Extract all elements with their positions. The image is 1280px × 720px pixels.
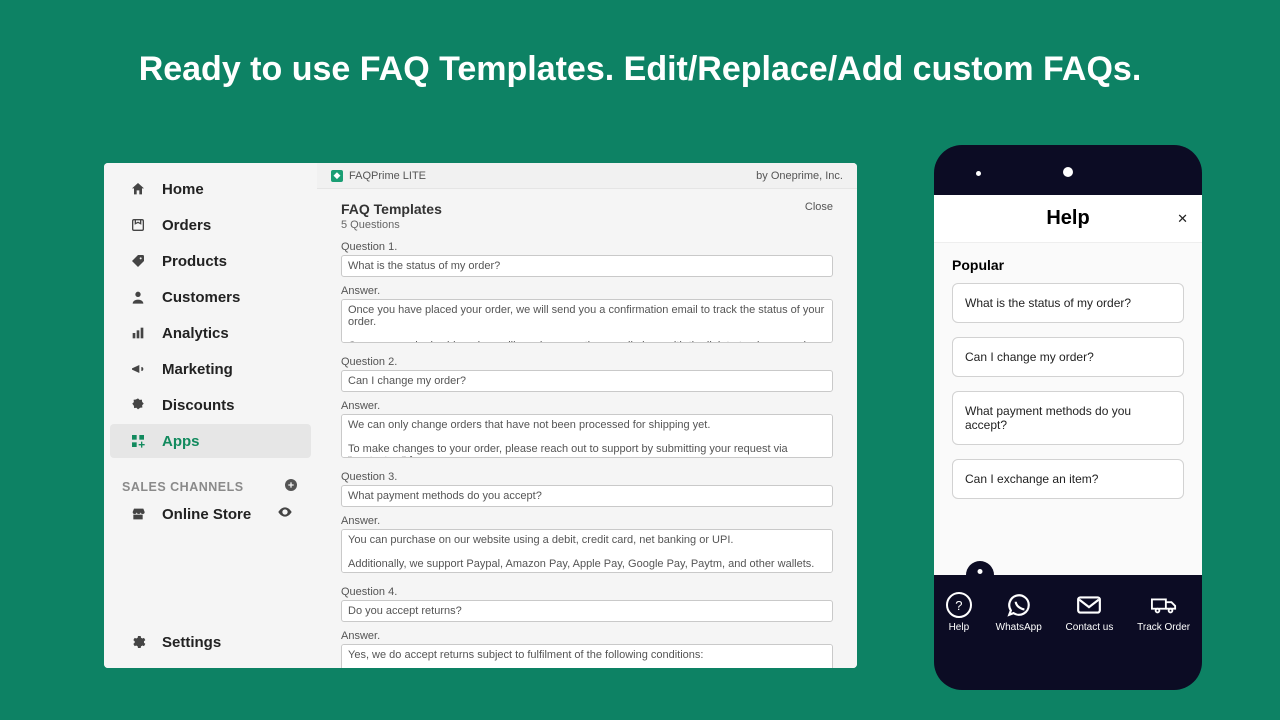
sidebar-item-analytics[interactable]: Analytics [110,316,311,350]
tag-icon [128,251,148,271]
answer-label: Answer. [341,285,833,297]
app-bar: ◆ FAQPrime LITE by Oneprime, Inc. [317,163,857,189]
question-1-input[interactable] [341,255,833,277]
sidebar: Home Orders Products Customers Analytics… [104,163,317,668]
sidebar-item-marketing[interactable]: Marketing [110,352,311,386]
user-icon [128,287,148,307]
home-icon [128,179,148,199]
nav-help[interactable]: ? Help [946,592,972,633]
add-channel-icon[interactable] [283,477,299,496]
nav-track-order[interactable]: Track Order [1137,592,1190,633]
sidebar-item-label: Customers [162,289,240,306]
sidebar-item-discounts[interactable]: Discounts [110,388,311,422]
sidebar-item-online-store[interactable]: Online Store [110,497,311,531]
page-headline: Ready to use FAQ Templates. Edit/Replace… [0,50,1280,89]
apps-icon [128,431,148,451]
help-header: Help ✕ [934,195,1202,243]
bottom-nav: ? Help WhatsApp Contact us Track Order [934,575,1202,650]
sidebar-item-label: Apps [162,433,200,450]
phone-speaker [1063,167,1073,177]
sidebar-item-label: Discounts [162,397,235,414]
nav-whatsapp[interactable]: WhatsApp [996,592,1042,633]
question-4-input[interactable] [341,600,833,622]
card-title: FAQ Templates [341,201,442,217]
sidebar-item-label: Products [162,253,227,270]
close-button[interactable]: Close [805,201,833,213]
sidebar-item-apps[interactable]: Apps [110,424,311,458]
sidebar-item-home[interactable]: Home [110,172,311,206]
mail-icon [1076,592,1102,618]
phone-screen: Help ✕ Popular What is the status of my … [934,195,1202,575]
popular-section: Popular What is the status of my order? … [934,243,1202,517]
sidebar-item-label: Online Store [162,506,263,523]
question-label: Question 4. [341,586,833,598]
answer-3-textarea[interactable]: You can purchase on our website using a … [341,529,833,573]
answer-label: Answer. [341,515,833,527]
main-area: ◆ FAQPrime LITE by Oneprime, Inc. FAQ Te… [317,163,857,668]
app-badge-icon: ◆ [331,170,343,182]
sidebar-item-label: Marketing [162,361,233,378]
megaphone-icon [128,359,148,379]
faq-tile[interactable]: What payment methods do you accept? [952,391,1184,445]
sidebar-item-label: Analytics [162,325,229,342]
whatsapp-icon [1006,592,1032,618]
sidebar-item-label: Orders [162,217,211,234]
answer-label: Answer. [341,400,833,412]
answer-2-textarea[interactable]: We can only change orders that have not … [341,414,833,458]
admin-panel: Home Orders Products Customers Analytics… [104,163,857,668]
question-label: Question 3. [341,471,833,483]
help-icon: ? [946,592,972,618]
question-2-input[interactable] [341,370,833,392]
answer-1-textarea[interactable]: Once you have placed your order, we will… [341,299,833,343]
gear-icon [128,632,148,652]
close-icon[interactable]: ✕ [1177,211,1188,227]
sales-channels-header: SALES CHANNELS [104,477,317,496]
phone-camera [976,171,981,176]
app-name: FAQPrime LITE [349,170,426,182]
answer-4-textarea[interactable]: Yes, we do accept returns subject to ful… [341,644,833,668]
analytics-icon [128,323,148,343]
question-label: Question 2. [341,356,833,368]
sidebar-item-customers[interactable]: Customers [110,280,311,314]
sidebar-item-label: Settings [162,634,221,651]
help-title: Help [1046,207,1089,230]
app-by: by Oneprime, Inc. [756,170,843,182]
nav-contact[interactable]: Contact us [1066,592,1114,633]
faq-tile[interactable]: Can I change my order? [952,337,1184,377]
popular-heading: Popular [952,257,1184,273]
sidebar-item-orders[interactable]: Orders [110,208,311,242]
sidebar-item-settings[interactable]: Settings [110,625,311,659]
question-label: Question 1. [341,241,833,253]
question-3-input[interactable] [341,485,833,507]
sidebar-item-products[interactable]: Products [110,244,311,278]
view-icon[interactable] [277,504,293,524]
truck-icon [1151,592,1177,618]
answer-label: Answer. [341,630,833,642]
faq-tile[interactable]: Can I exchange an item? [952,459,1184,499]
faq-templates-card: FAQ Templates 5 Questions Close Question… [317,189,857,668]
orders-icon [128,215,148,235]
faq-tile[interactable]: What is the status of my order? [952,283,1184,323]
sidebar-item-label: Home [162,181,204,198]
store-icon [128,504,148,524]
phone-frame: Help ✕ Popular What is the status of my … [934,145,1202,690]
nav-bump [966,561,994,589]
card-subtitle: 5 Questions [341,219,442,231]
discount-icon [128,395,148,415]
